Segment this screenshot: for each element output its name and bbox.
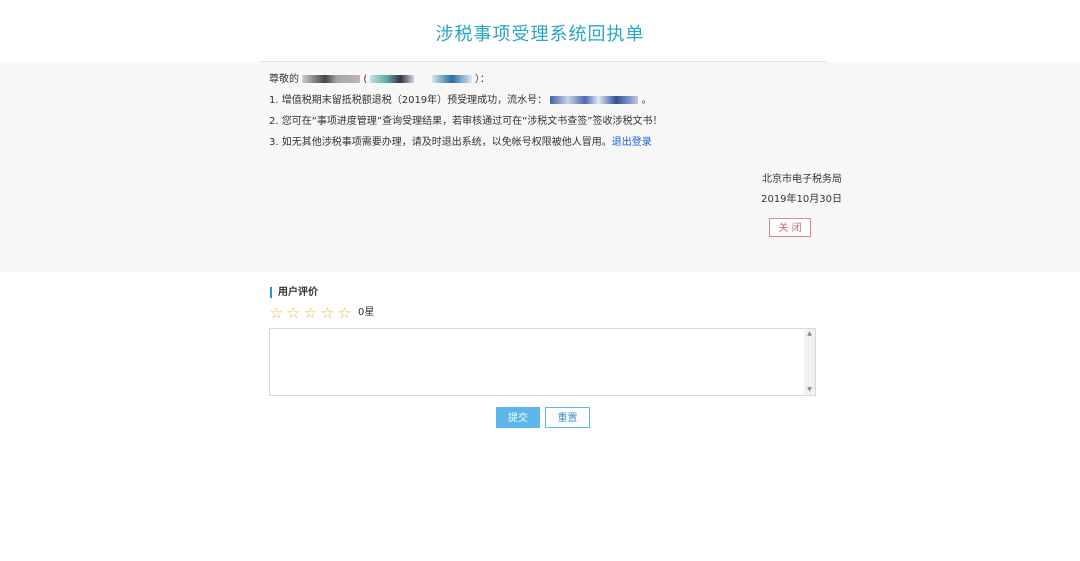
greeting-prefix: 尊敬的 [269, 74, 299, 85]
receipt-date: 2019年10月30日 [761, 194, 842, 205]
submit-button[interactable]: 提交 [496, 407, 540, 428]
scroll-up-icon[interactable]: ▲ [804, 329, 815, 339]
star-icon[interactable]: ☆ [336, 304, 353, 322]
notice-line-3: 3. 如无其他涉税事项需要办理，请及时退出系统，以免帐号权限被他人冒用。退出登录 [269, 135, 652, 151]
reset-button[interactable]: 重置 [545, 407, 590, 428]
star-icon[interactable]: ☆ [319, 304, 336, 322]
page-title: 涉税事项受理系统回执单 [435, 24, 645, 45]
comment-scrollbar[interactable]: ▲ ▼ [804, 329, 815, 395]
rating-score: 0星 [358, 307, 375, 318]
logout-link[interactable]: 退出登录 [612, 137, 652, 148]
notice-line-2: 2. 您可在“事项进度管理”查询受理结果，若审核通过可在“涉税文书查签”签收涉税… [269, 116, 663, 127]
title-divider [259, 61, 827, 62]
star-icon[interactable]: ☆ [302, 304, 319, 322]
star-icon[interactable]: ☆ [268, 304, 285, 322]
greeting-suffix: ）： [474, 74, 490, 85]
notice-line-1: 1. 增值税期末留抵税额退税（2019年）预受理成功，流水号： 。 [269, 93, 652, 109]
redacted-taxpayer-id [370, 75, 415, 83]
close-button[interactable]: 关 闭 [769, 218, 811, 237]
star-rating: ☆ ☆ ☆ ☆ ☆ 0星 [268, 304, 375, 322]
notice-line-1-end: 。 [641, 95, 652, 106]
notice-line-1-text: 1. 增值税期末留抵税额退税（2019年）预受理成功，流水号： [269, 95, 548, 106]
rating-heading: 用户评价 [270, 287, 318, 298]
redacted-taxpayer-name [302, 75, 361, 83]
scroll-down-icon[interactable]: ▼ [804, 385, 815, 395]
redacted-taxpayer-id-2 [431, 75, 472, 83]
notice-line-3-text: 3. 如无其他涉税事项需要办理，请及时退出系统，以免帐号权限被他人冒用。 [269, 137, 612, 148]
star-icon[interactable]: ☆ [285, 304, 302, 322]
issuing-authority: 北京市电子税务局 [762, 174, 842, 185]
greeting-line: 尊敬的 ( ）： [269, 74, 490, 85]
redacted-serial-number [550, 96, 639, 104]
comment-textarea[interactable]: ▲ ▼ [269, 328, 816, 396]
